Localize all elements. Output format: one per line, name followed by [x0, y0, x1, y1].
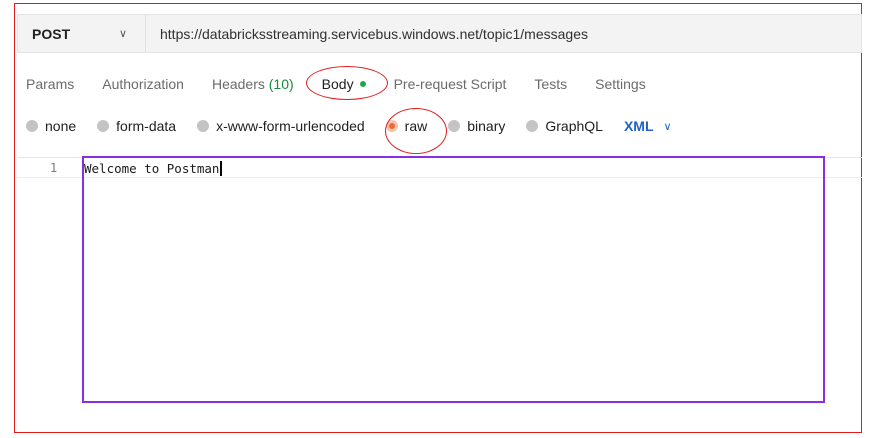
- chevron-down-icon: ∨: [663, 120, 672, 133]
- tab-authorization[interactable]: Authorization: [102, 76, 184, 92]
- method-selector[interactable]: POST ∨: [18, 15, 146, 52]
- mode-x-www-form-urlencoded[interactable]: x-www-form-urlencoded: [197, 118, 365, 134]
- mode-binary-label: binary: [467, 118, 506, 134]
- headers-count-badge: (10): [268, 76, 294, 92]
- chevron-down-icon: ∨: [118, 28, 127, 40]
- tab-headers[interactable]: Headers (10): [212, 76, 294, 92]
- mode-urlencoded-label: x-www-form-urlencoded: [216, 118, 365, 134]
- tab-headers-label: Headers: [211, 76, 265, 92]
- tab-tests[interactable]: Tests: [534, 76, 567, 92]
- annotation-body-circle: [306, 66, 388, 100]
- mode-graphql[interactable]: GraphQL: [526, 118, 603, 134]
- request-url-bar: POST ∨ https://databricksstreaming.servi…: [17, 14, 862, 53]
- radio-icon[interactable]: [97, 120, 110, 132]
- raw-format-dropdown[interactable]: XML ∨: [624, 118, 672, 134]
- raw-format-label: XML: [623, 118, 654, 134]
- radio-icon[interactable]: [26, 120, 38, 132]
- annotation-raw-circle: [385, 108, 447, 154]
- radio-icon[interactable]: [448, 120, 461, 132]
- radio-icon[interactable]: [526, 120, 539, 132]
- mode-binary[interactable]: binary: [448, 118, 505, 134]
- mode-graphql-label: GraphQL: [545, 118, 603, 134]
- mode-form-data[interactable]: form-data: [97, 118, 176, 134]
- url-input[interactable]: https://databricksstreaming.servicebus.w…: [146, 26, 588, 42]
- method-label: POST: [32, 25, 71, 42]
- line-number: 1: [50, 161, 58, 175]
- mode-form-data-label: form-data: [116, 118, 177, 134]
- tab-settings[interactable]: Settings: [595, 76, 646, 92]
- radio-icon[interactable]: [197, 120, 210, 132]
- mode-none[interactable]: none: [26, 118, 76, 134]
- tab-params[interactable]: Params: [26, 76, 74, 92]
- annotation-editor-box: [82, 156, 825, 403]
- mode-none-label: none: [45, 118, 77, 134]
- body-mode-options: none form-data x-www-form-urlencoded raw…: [26, 115, 672, 137]
- tab-pre-request-script[interactable]: Pre-request Script: [394, 76, 507, 92]
